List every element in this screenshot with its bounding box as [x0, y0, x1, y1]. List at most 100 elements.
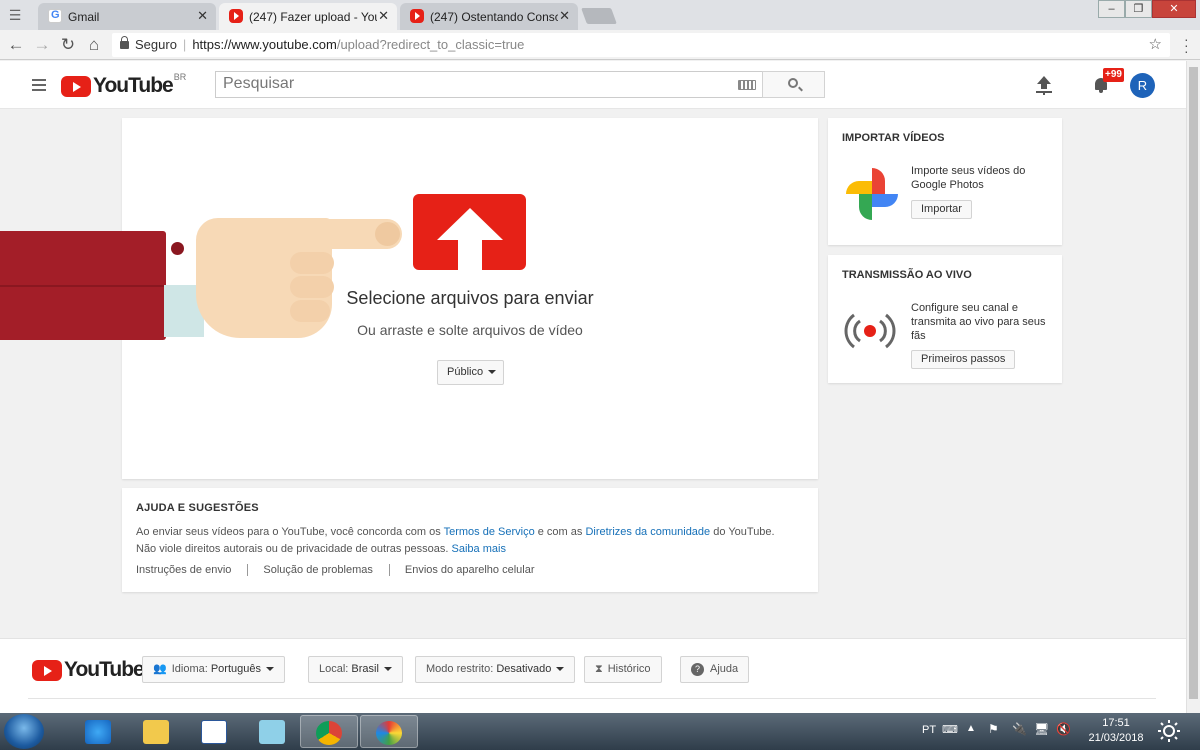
- youtube-icon: [229, 9, 243, 23]
- restricted-label: Modo restrito:: [426, 663, 494, 675]
- help-button[interactable]: ? Ajuda: [680, 656, 750, 683]
- keyboard-icon[interactable]: [738, 80, 756, 90]
- restricted-mode-button[interactable]: Modo restrito: Desativado: [415, 656, 576, 683]
- volume-muted-icon[interactable]: 🔇: [1056, 722, 1071, 736]
- window-menu-icon[interactable]: ☰: [6, 6, 24, 24]
- close-icon[interactable]: ✕: [197, 8, 208, 24]
- footer-youtube-logo[interactable]: YouTube: [32, 658, 145, 682]
- language-label: Idioma:: [171, 663, 208, 675]
- knuckle-illustration: [290, 252, 334, 274]
- url-path: /upload?redirect_to_classic=true: [336, 37, 525, 52]
- network-icon[interactable]: 🖥: [1034, 722, 1049, 736]
- keyboard-icon[interactable]: ⌨: [942, 723, 958, 736]
- back-icon[interactable]: ←: [6, 35, 26, 55]
- tab-youtube-upload[interactable]: (247) Fazer upload - You ✕: [219, 3, 397, 30]
- import-title: IMPORTAR VÍDEOS: [842, 132, 945, 144]
- youtube-logo[interactable]: YouTube BR: [61, 72, 186, 98]
- scrollbar-thumb[interactable]: [1189, 67, 1198, 699]
- help-label: Ajuda: [710, 663, 739, 675]
- clock-time: 17:51: [1102, 717, 1130, 729]
- language-picker-button[interactable]: 👥 Idioma: Português: [142, 656, 285, 683]
- chrome-icon[interactable]: [300, 715, 358, 748]
- youtube-play-icon: [32, 659, 62, 681]
- fingernail-illustration: [375, 222, 400, 246]
- get-started-button[interactable]: Primeiros passos: [911, 350, 1016, 369]
- avatar[interactable]: R: [1130, 73, 1155, 98]
- privacy-dropdown[interactable]: Público: [437, 360, 504, 385]
- reload-icon[interactable]: ↻: [58, 35, 78, 55]
- upload-arrow-icon[interactable]: [413, 194, 526, 270]
- window-controls: – ❐ ✕: [1098, 0, 1196, 18]
- import-videos-card: IMPORTAR VÍDEOS Importe seus vídeos do G…: [828, 118, 1062, 245]
- home-icon[interactable]: ⌂: [84, 35, 104, 55]
- guidelines-link[interactable]: Diretrizes da comunidade: [585, 526, 710, 538]
- help-text-part: e com as: [534, 526, 586, 538]
- url-host: https://www.youtube.com: [192, 37, 337, 52]
- page-scrollbar[interactable]: [1186, 61, 1200, 713]
- taskbar-clock[interactable]: 17:51 21/03/2018: [1080, 716, 1152, 746]
- upload-icon[interactable]: [1036, 76, 1052, 94]
- paint-icon[interactable]: [360, 715, 418, 748]
- input-language[interactable]: PT: [922, 724, 936, 736]
- privacy-value: Público: [447, 366, 484, 378]
- tab-youtube-video[interactable]: (247) Ostentando Consci ✕: [400, 3, 578, 30]
- forward-icon[interactable]: →: [32, 35, 52, 55]
- upload-title[interactable]: Selecione arquivos para enviar: [122, 288, 818, 309]
- file-explorer-icon[interactable]: [128, 715, 186, 748]
- learn-more-link[interactable]: Saiba mais: [452, 543, 506, 555]
- help-links: Instruções de envio Solução de problemas…: [136, 564, 566, 576]
- tab-gmail[interactable]: Gmail ✕: [38, 3, 216, 30]
- tab-label: (247) Ostentando Consci: [430, 9, 558, 24]
- lock-icon: [120, 36, 129, 49]
- close-icon[interactable]: ✕: [559, 8, 570, 24]
- new-tab-button[interactable]: [581, 8, 617, 24]
- search-button[interactable]: [762, 71, 825, 98]
- guide-menu-icon[interactable]: [32, 79, 46, 94]
- location-value: Brasil: [351, 663, 379, 675]
- hourglass-icon: ⧗: [595, 663, 603, 675]
- windows-start-icon[interactable]: [4, 714, 44, 749]
- youtube-icon: [410, 9, 424, 23]
- cufflink-illustration: [171, 242, 184, 255]
- search-icon: [788, 78, 798, 88]
- restore-button[interactable]: ❐: [1125, 0, 1152, 18]
- import-button[interactable]: Importar: [911, 200, 972, 219]
- internet-explorer-icon[interactable]: [70, 715, 128, 748]
- help-text-part: Ao enviar seus vídeos para o YouTube, vo…: [136, 526, 444, 538]
- url-input[interactable]: Seguro | https://www.youtube.com/upload?re…: [112, 33, 1170, 57]
- logo-text: YouTube: [93, 74, 174, 97]
- live-broadcast-icon: [842, 311, 898, 351]
- search-input[interactable]: Pesquisar: [215, 71, 763, 98]
- language-icon: 👥: [153, 663, 167, 675]
- tab-label: (247) Fazer upload - You: [249, 9, 377, 24]
- notification-badge: +99: [1103, 68, 1124, 82]
- mobile-uploads-link[interactable]: Envios do aparelho celular: [405, 564, 551, 576]
- help-text-part: do YouTube.: [710, 526, 775, 538]
- brightness-sun-icon[interactable]: [1157, 719, 1181, 743]
- upload-instructions-link[interactable]: Instruções de envio: [136, 564, 249, 576]
- location-label: Local:: [319, 663, 349, 675]
- window-close-button[interactable]: ✕: [1152, 0, 1196, 18]
- language-value: Português: [210, 663, 261, 675]
- word-document-icon[interactable]: [186, 715, 244, 748]
- tab-label: Gmail: [68, 9, 100, 24]
- close-icon[interactable]: ✕: [378, 8, 389, 24]
- location-picker-button[interactable]: Local: Brasil: [308, 656, 403, 683]
- power-plug-icon[interactable]: 🔌: [1012, 722, 1027, 736]
- action-center-flag-icon[interactable]: ⚑: [988, 722, 999, 736]
- notepad-icon[interactable]: [244, 715, 302, 748]
- restricted-value: Desativado: [496, 663, 552, 675]
- chevron-down-icon: [266, 667, 274, 672]
- show-hidden-icons-icon[interactable]: ▲: [966, 723, 976, 734]
- bookmark-star-icon[interactable]: ☆: [1149, 33, 1162, 57]
- minimize-button[interactable]: –: [1098, 0, 1125, 18]
- chevron-down-icon: [488, 370, 497, 375]
- history-button[interactable]: ⧗ Histórico: [584, 656, 662, 683]
- help-card: AJUDA E SUGESTÕES Ao enviar seus vídeos …: [122, 488, 818, 592]
- logo-text: YouTube: [64, 658, 145, 681]
- chrome-menu-icon[interactable]: · · ·: [1184, 32, 1190, 58]
- troubleshooting-link[interactable]: Solução de problemas: [263, 564, 390, 576]
- help-title: AJUDA E SUGESTÕES: [136, 502, 259, 514]
- live-text: Configure seu canal e transmita ao vivo …: [911, 302, 1046, 342]
- terms-link[interactable]: Termos de Serviço: [444, 526, 535, 538]
